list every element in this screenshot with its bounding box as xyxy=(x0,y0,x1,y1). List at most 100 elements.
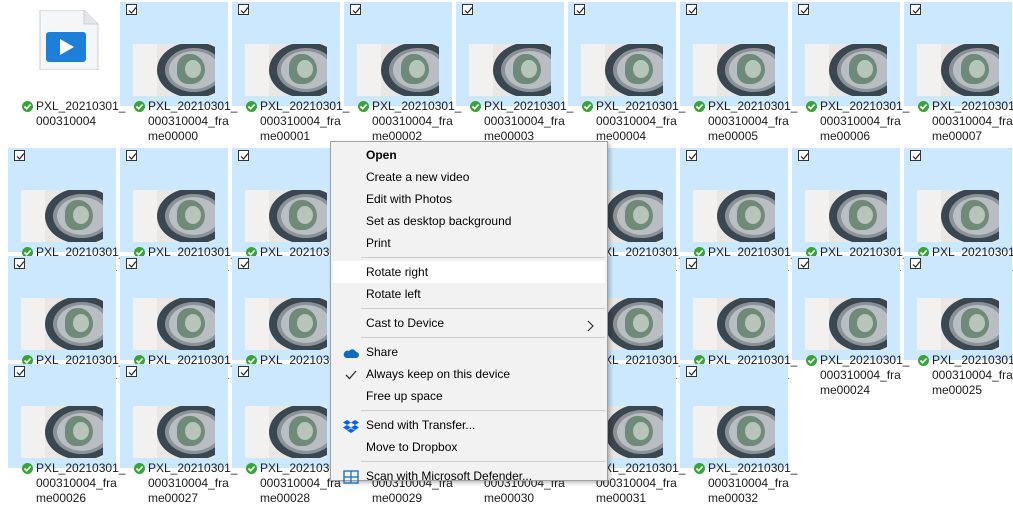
image-thumbnail xyxy=(805,298,887,350)
file-item-frame[interactable]: PXL_20210301_ 000310004_fra me00001 xyxy=(232,2,349,143)
sync-status-icon xyxy=(358,101,369,112)
selection-checkbox[interactable] xyxy=(910,150,921,161)
selection-checkbox[interactable] xyxy=(238,258,249,269)
selection-checkbox[interactable] xyxy=(126,366,137,377)
file-item-frame[interactable]: PXL_20210301_ 000310004_fra me00032 xyxy=(680,364,797,505)
file-item-frame[interactable]: PXL_20210301_ 000310004_fra me00002 xyxy=(344,2,461,143)
selection-checkbox[interactable] xyxy=(238,150,249,161)
file-item-frame[interactable]: PXL_20210301_ 000310004_fra me00015 xyxy=(792,148,909,289)
file-item-frame[interactable]: PXL_20210301_ 000310004_fra me00007 xyxy=(904,2,1013,143)
selection-checkbox[interactable] xyxy=(798,150,809,161)
sync-status-icon xyxy=(246,463,257,474)
sync-status-icon xyxy=(22,463,33,474)
sync-status-icon xyxy=(246,101,257,112)
selection-checkbox[interactable] xyxy=(126,4,137,15)
menu-item-cast[interactable]: Cast to Device xyxy=(333,312,605,334)
sync-status-icon xyxy=(134,463,145,474)
image-thumbnail xyxy=(693,298,775,350)
file-name: PXL_20210301_ 000310004_fra me00007 xyxy=(932,99,1013,143)
file-item-frame[interactable]: PXL_20210301_ 000310004_fra me00016 xyxy=(904,148,1013,289)
onedrive-cloud-icon xyxy=(343,345,359,359)
selection-checkbox[interactable] xyxy=(238,366,249,377)
image-thumbnail xyxy=(917,44,999,96)
menu-separator xyxy=(361,337,605,338)
checkmark-icon xyxy=(343,367,359,381)
selection-checkbox[interactable] xyxy=(798,4,809,15)
file-item-frame[interactable]: PXL_20210301_ 000310004_fra me00003 xyxy=(456,2,573,143)
selection-checkbox[interactable] xyxy=(686,150,697,161)
image-thumbnail xyxy=(133,406,215,458)
selection-checkbox[interactable] xyxy=(686,258,697,269)
image-thumbnail xyxy=(693,406,775,458)
selection-checkbox[interactable] xyxy=(14,258,25,269)
image-thumbnail xyxy=(133,44,215,96)
menu-item-share[interactable]: Share xyxy=(333,341,605,363)
file-name: PXL_20210301_ 000310004_fra me00024 xyxy=(820,353,910,397)
image-thumbnail xyxy=(245,44,327,96)
selection-checkbox[interactable] xyxy=(462,4,473,15)
selection-checkbox[interactable] xyxy=(350,4,361,15)
selection-checkbox[interactable] xyxy=(14,366,25,377)
file-item-frame[interactable]: PXL_20210301_ 000310004_fra me00027 xyxy=(120,364,237,505)
menu-separator xyxy=(361,308,605,309)
selection-checkbox[interactable] xyxy=(910,4,921,15)
dropbox-icon xyxy=(343,418,359,433)
selection-checkbox[interactable] xyxy=(238,4,249,15)
sync-status-icon xyxy=(134,101,145,112)
file-name: PXL_20210301_ 000310004 xyxy=(36,99,126,128)
file-item-frame[interactable]: PXL_20210301_ 000310004_fra me00023 xyxy=(680,256,797,397)
video-file-icon xyxy=(36,9,102,71)
selection-checkbox[interactable] xyxy=(14,150,25,161)
file-name: PXL_20210301_ 000310004_fra me00032 xyxy=(708,461,798,505)
menu-item-scan-defender[interactable]: Scan with Microsoft Defender... xyxy=(333,465,605,487)
menu-item-print[interactable]: Print xyxy=(333,232,605,254)
menu-item-set-background[interactable]: Set as desktop background xyxy=(333,210,605,232)
defender-shield-icon xyxy=(343,469,359,484)
file-name: PXL_20210301_ 000310004_fra me00002 xyxy=(372,99,462,143)
file-item-frame[interactable]: PXL_20210301_ 000310004_fra me00017 xyxy=(8,256,125,397)
menu-item-always-keep[interactable]: Always keep on this device xyxy=(333,363,605,385)
image-thumbnail xyxy=(693,44,775,96)
file-item-frame[interactable]: PXL_20210301_ 000310004_fra me00004 xyxy=(568,2,685,143)
selection-checkbox[interactable] xyxy=(126,258,137,269)
sync-status-icon xyxy=(918,355,929,366)
selection-checkbox[interactable] xyxy=(686,366,697,377)
selection-checkbox[interactable] xyxy=(686,4,697,15)
file-item-frame[interactable]: PXL_20210301_ 000310004_fra me00026 xyxy=(8,364,125,505)
menu-separator xyxy=(361,410,605,411)
menu-item-rotate-right[interactable]: Rotate right xyxy=(333,261,605,283)
image-thumbnail xyxy=(693,190,775,242)
menu-item-free-up[interactable]: Free up space xyxy=(333,385,605,407)
menu-item-move-dropbox[interactable]: Move to Dropbox xyxy=(333,436,605,458)
image-thumbnail xyxy=(917,190,999,242)
menu-item-open[interactable]: Open xyxy=(333,144,605,166)
file-item-frame[interactable]: PXL_20210301_ 000310004_fra me00014 xyxy=(680,148,797,289)
image-thumbnail xyxy=(469,44,551,96)
file-name: PXL_20210301_ 000310004_fra me00000 xyxy=(148,99,238,143)
file-item-video[interactable]: PXL_20210301_ 000310004 xyxy=(8,2,125,128)
file-item-frame[interactable]: PXL_20210301_ 000310004_fra me00005 xyxy=(680,2,797,143)
file-item-frame[interactable]: PXL_20210301_ 000310004_fra me00028 xyxy=(232,364,349,505)
file-item-frame[interactable]: PXL_20210301_ 000310004_fra me00000 xyxy=(120,2,237,143)
file-item-frame[interactable]: PXL_20210301_ 000310004_fra me00025 xyxy=(904,256,1013,397)
menu-item-send-transfer[interactable]: Send with Transfer... xyxy=(333,414,605,436)
selection-checkbox[interactable] xyxy=(910,258,921,269)
menu-item-rotate-left[interactable]: Rotate left xyxy=(333,283,605,305)
menu-item-edit-photos[interactable]: Edit with Photos xyxy=(333,188,605,210)
file-item-frame[interactable]: PXL_20210301_ 000310004_fra me00024 xyxy=(792,256,909,397)
file-name: PXL_20210301_ 000310004_fra me00003 xyxy=(484,99,574,143)
image-thumbnail xyxy=(581,44,663,96)
selection-checkbox[interactable] xyxy=(798,258,809,269)
file-item-frame[interactable]: PXL_20210301_ 000310004_fra me00018 xyxy=(120,256,237,397)
file-name: PXL_20210301_ 000310004_fra me00027 xyxy=(148,461,238,505)
file-item-frame[interactable]: PXL_20210301_ 000310004_fra me00008 xyxy=(8,148,125,289)
file-name: PXL_20210301_ 000310004_fra me00026 xyxy=(36,461,126,505)
file-item-frame[interactable]: PXL_20210301_ 000310004_fra me00009 xyxy=(120,148,237,289)
file-item-frame[interactable]: PXL_20210301_ 000310004_fra me00006 xyxy=(792,2,909,143)
file-item-frame[interactable]: PXL_20210301_ 000310004_fra me00010 xyxy=(232,148,349,289)
file-item-frame[interactable]: PXL_20210301_ 000310004_fra me00019 xyxy=(232,256,349,397)
selection-checkbox[interactable] xyxy=(574,4,585,15)
menu-item-create-video[interactable]: Create a new video xyxy=(333,166,605,188)
selection-checkbox[interactable] xyxy=(126,150,137,161)
context-menu: Open Create a new video Edit with Photos… xyxy=(330,141,608,484)
